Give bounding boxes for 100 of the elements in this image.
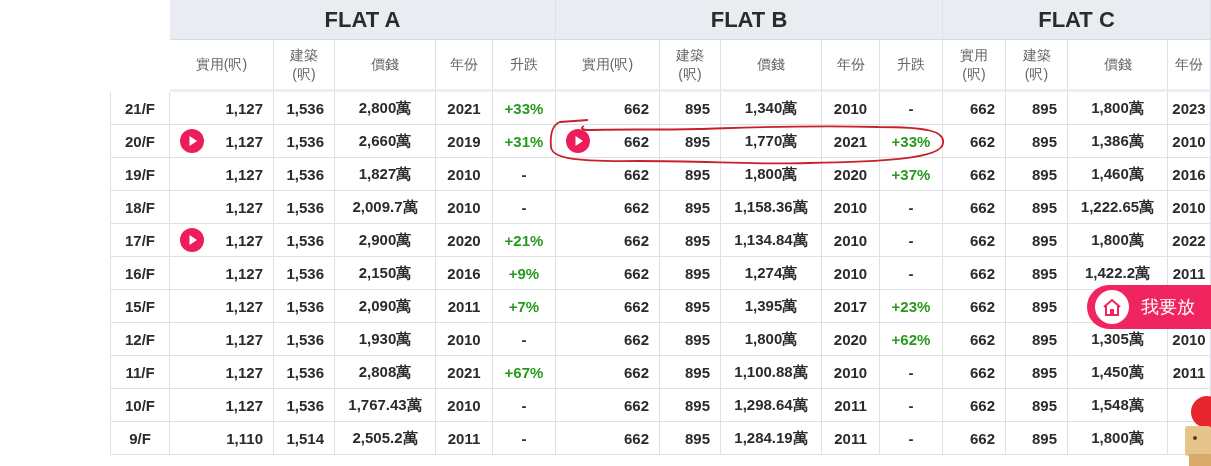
- table-cell: 895: [1006, 290, 1068, 323]
- table-cell: 2010: [436, 389, 493, 422]
- table-cell: 2,009.7萬: [335, 191, 436, 224]
- table-cell: 2020: [822, 158, 880, 191]
- table-cell: 895: [1006, 257, 1068, 290]
- table-cell: 2,808萬: [335, 356, 436, 389]
- table-cell: 895: [660, 389, 721, 422]
- table-cell: 895: [660, 323, 721, 356]
- table-cell: 1,536: [274, 290, 335, 323]
- floating-button[interactable]: 我要放: [1087, 285, 1211, 329]
- table-cell: 662: [943, 323, 1006, 356]
- table-cell: 662: [943, 257, 1006, 290]
- table-cell: 895: [660, 257, 721, 290]
- table-cell: 1,110: [170, 422, 274, 455]
- table-cell: 1,536: [274, 191, 335, 224]
- table-cell: 1,127: [170, 323, 274, 356]
- table-cell: 895: [660, 92, 721, 125]
- table-cell: 662: [943, 158, 1006, 191]
- table-cell: 895: [1006, 158, 1068, 191]
- table-cell: 662: [943, 125, 1006, 158]
- table-cell: 1,536: [274, 125, 335, 158]
- table-cell: -: [880, 92, 943, 125]
- table-cell: 895: [1006, 92, 1068, 125]
- table-cell: +7%: [493, 290, 556, 323]
- cell-value: 662: [623, 132, 649, 150]
- column-header: 價錢: [721, 40, 822, 92]
- table-cell: 1,298.64萬: [721, 389, 822, 422]
- table-cell: +9%: [493, 257, 556, 290]
- table-cell: 2010: [1168, 191, 1211, 224]
- table-cell: 2020: [822, 323, 880, 356]
- table-cell: 2021: [436, 92, 493, 125]
- table-cell: 1,158.36萬: [721, 191, 822, 224]
- table-cell: 2010: [822, 356, 880, 389]
- table-cell: 662: [943, 224, 1006, 257]
- table-cell: 895: [1006, 422, 1068, 455]
- table-cell: +67%: [493, 356, 556, 389]
- table-cell: 1,536: [274, 92, 335, 125]
- table-cell: 2010: [822, 92, 880, 125]
- table-cell: 1,536: [274, 323, 335, 356]
- play-icon[interactable]: [566, 129, 590, 153]
- table-cell: 1,127: [170, 356, 274, 389]
- floor-label: 20/F: [110, 125, 170, 158]
- table-cell: 2011: [1168, 356, 1211, 389]
- table-cell: 1,536: [274, 356, 335, 389]
- table-cell: 662: [556, 389, 660, 422]
- table-cell: 2,660萬: [335, 125, 436, 158]
- play-icon[interactable]: [180, 129, 204, 153]
- table-cell: 662: [556, 290, 660, 323]
- table-cell: 1,100.88萬: [721, 356, 822, 389]
- table-cell: 895: [1006, 191, 1068, 224]
- table-cell: 1,536: [274, 224, 335, 257]
- column-header: 建築 (呎): [660, 40, 721, 92]
- table-cell: 1,514: [274, 422, 335, 455]
- table-cell: 2016: [436, 257, 493, 290]
- floor-label: 17/F: [110, 224, 170, 257]
- table-cell: 895: [660, 290, 721, 323]
- table-cell: 662: [556, 422, 660, 455]
- table-cell: -: [493, 323, 556, 356]
- table-cell: 2010: [436, 158, 493, 191]
- flat-header: FLAT A: [170, 0, 556, 40]
- table-cell: 1,460萬: [1068, 158, 1168, 191]
- table-cell: 662: [556, 356, 660, 389]
- table-cell: 2,800萬: [335, 92, 436, 125]
- table-cell: 2010: [1168, 125, 1211, 158]
- table-cell: -: [880, 389, 943, 422]
- table-cell: 662: [943, 191, 1006, 224]
- flat-header: FLAT C: [943, 0, 1211, 40]
- table-cell: 662: [943, 356, 1006, 389]
- column-header: 建築 (呎): [274, 40, 335, 92]
- table-cell: 1,930萬: [335, 323, 436, 356]
- table-cell: 2010: [436, 191, 493, 224]
- table-cell: +62%: [880, 323, 943, 356]
- table-cell: 1,127: [170, 158, 274, 191]
- table-cell: 2010: [436, 323, 493, 356]
- table-cell: 2010: [822, 257, 880, 290]
- table-cell: +33%: [493, 92, 556, 125]
- table-cell: +23%: [880, 290, 943, 323]
- table-cell: -: [880, 257, 943, 290]
- table-cell: 1,548萬: [1068, 389, 1168, 422]
- table-cell: -: [880, 224, 943, 257]
- table-cell: 1,800萬: [721, 158, 822, 191]
- table-cell: -: [493, 191, 556, 224]
- table-cell: 1,127: [170, 92, 274, 125]
- table-cell: +37%: [880, 158, 943, 191]
- table-cell: 895: [660, 158, 721, 191]
- column-header: 實用(呎): [170, 40, 274, 92]
- table-cell: 2011: [436, 422, 493, 455]
- table-cell: 2017: [822, 290, 880, 323]
- table-cell: 895: [1006, 125, 1068, 158]
- table-cell: 662: [943, 290, 1006, 323]
- table-cell: 2016: [1168, 158, 1211, 191]
- play-icon[interactable]: [180, 228, 204, 252]
- table-cell: 1,800萬: [1068, 224, 1168, 257]
- table-cell: 662: [556, 191, 660, 224]
- table-cell: 895: [1006, 224, 1068, 257]
- table-cell: 895: [660, 224, 721, 257]
- table-cell: -: [880, 191, 943, 224]
- column-header: 實用 (呎): [943, 40, 1006, 92]
- table-cell: 895: [660, 191, 721, 224]
- table-cell: 2011: [822, 422, 880, 455]
